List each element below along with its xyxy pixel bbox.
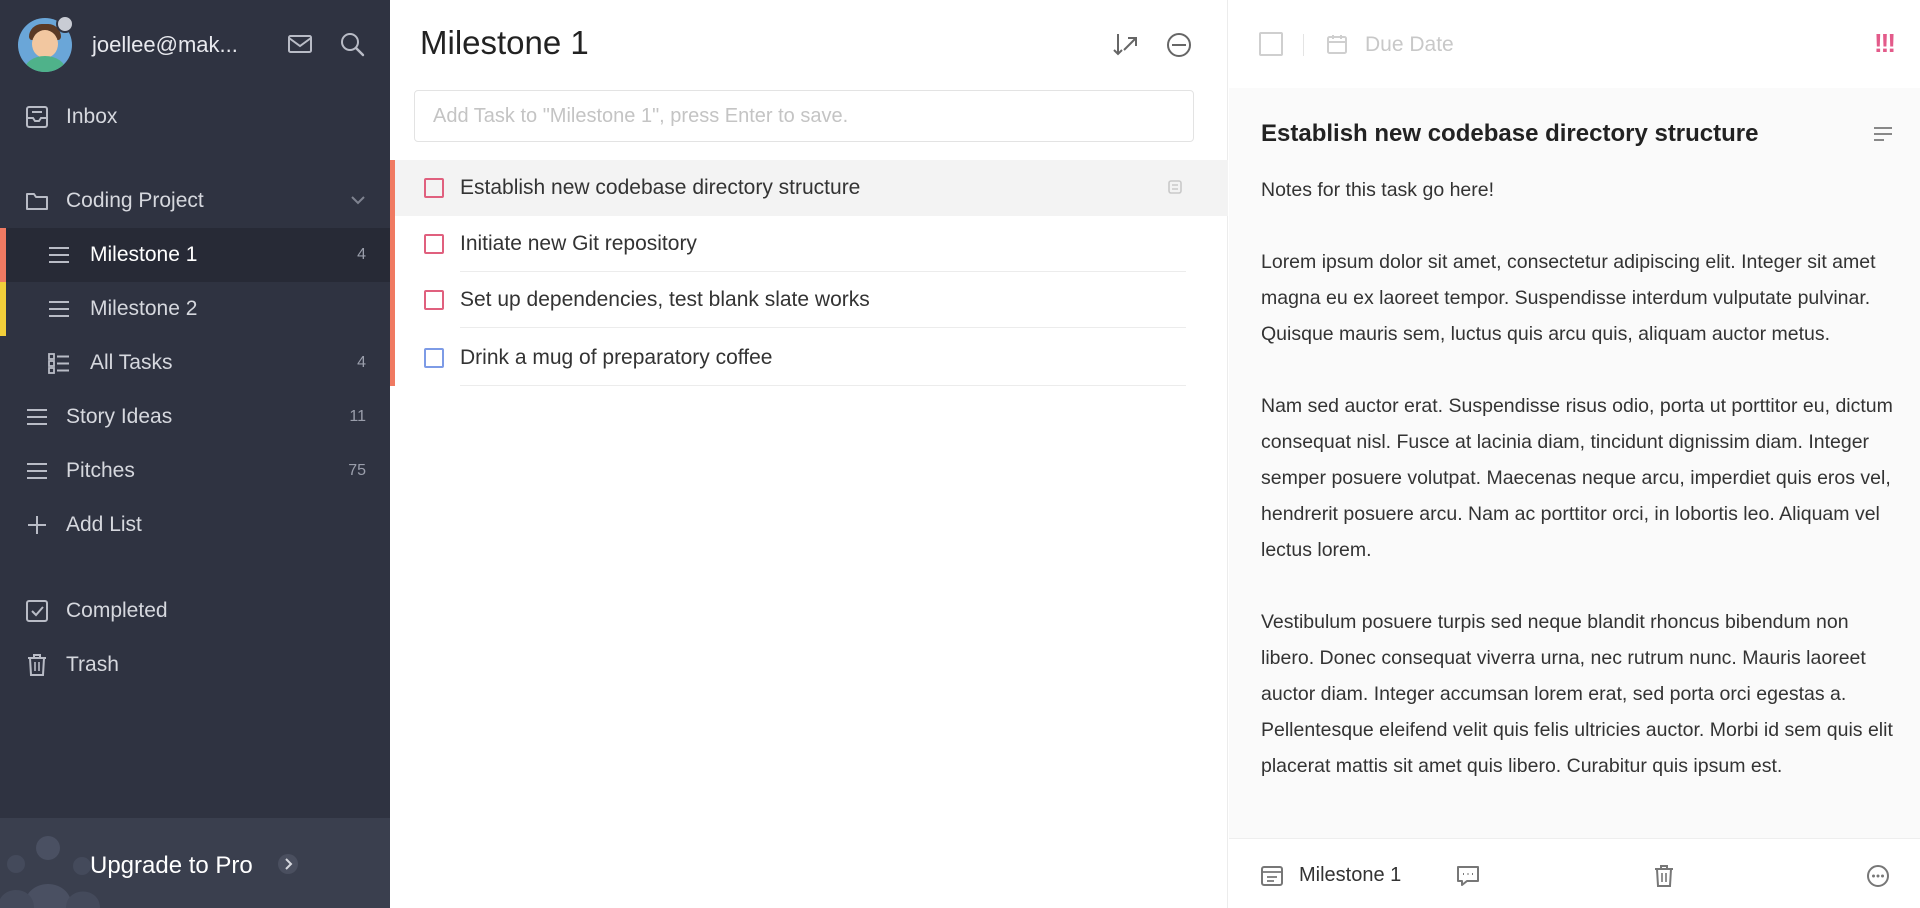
sidebar-item-add-list[interactable]: Add List (0, 498, 390, 552)
task-row[interactable]: Initiate new Git repository (390, 216, 1228, 274)
chevron-right-circle-icon (278, 854, 298, 874)
sort-icon[interactable] (1110, 30, 1140, 60)
task-title: Drink a mug of preparatory coffee (460, 346, 773, 369)
team-illustration-icon (0, 836, 100, 908)
item-count: 4 (357, 246, 366, 263)
sidebar-item-trash[interactable]: Trash (0, 638, 390, 692)
trash-icon (28, 654, 46, 676)
item-count: 4 (357, 354, 366, 371)
list-icon (49, 301, 69, 317)
task-row[interactable]: Drink a mug of preparatory coffee (390, 330, 1228, 386)
calendar-icon[interactable] (1325, 32, 1349, 56)
comment-icon[interactable] (1455, 863, 1481, 889)
mail-icon[interactable] (286, 30, 314, 58)
more-options-icon[interactable] (1865, 863, 1891, 889)
sidebar-item-label: Milestone 2 (90, 297, 198, 320)
drag-handle-icon[interactable] (1168, 180, 1182, 194)
task-row[interactable]: Establish new codebase directory structu… (390, 160, 1228, 218)
plus-icon (28, 516, 46, 534)
detail-toolbar: Due Date !!! (1229, 0, 1920, 88)
divider (460, 327, 1186, 328)
list-color-bar (390, 160, 395, 218)
profile-header: joellee@mak... (0, 0, 390, 92)
sidebar-item-label: Add List (66, 513, 142, 536)
avatar-badge-icon (56, 15, 74, 33)
divider (1303, 34, 1304, 56)
upgrade-label: Upgrade to Pro (90, 852, 253, 879)
username[interactable]: joellee@mak... (92, 32, 238, 58)
folder-icon (26, 193, 48, 210)
list-color-bar (390, 216, 395, 274)
notes-paragraph: Vestibulum posuere turpis sed neque blan… (1261, 611, 1893, 777)
list-icon (27, 463, 47, 479)
sidebar-item-pitches[interactable]: Pitches 75 (0, 444, 390, 498)
sidebar-item-label: Completed (66, 599, 168, 622)
task-row[interactable]: Set up dependencies, test blank slate wo… (390, 272, 1228, 330)
due-date-button[interactable]: Due Date (1365, 33, 1454, 57)
sidebar-item-label: All Tasks (90, 351, 173, 374)
list-color-bar (390, 272, 395, 330)
add-task-input[interactable] (414, 90, 1194, 142)
chevron-down-icon[interactable] (350, 194, 366, 206)
divider (460, 385, 1186, 386)
sidebar-item-label: Inbox (66, 105, 118, 128)
detail-complete-checkbox[interactable] (1259, 32, 1283, 56)
task-title: Establish new codebase directory structu… (460, 176, 861, 199)
sidebar-item-all-tasks[interactable]: All Tasks 4 (0, 336, 390, 390)
sidebar-item-label: Trash (66, 653, 119, 676)
sidebar-item-label: Coding Project (66, 189, 204, 212)
task-notes-editor[interactable]: Notes for this task go here! Lorem ipsum… (1261, 172, 1901, 834)
task-checkbox[interactable] (424, 234, 444, 254)
task-list-pane: Milestone 1 Establish new codebase direc… (390, 0, 1228, 908)
checkbox-icon (26, 600, 48, 622)
search-icon[interactable] (338, 30, 366, 58)
detail-footer: Milestone 1 (1229, 838, 1920, 908)
list-icon (49, 247, 69, 263)
sidebar-item-milestone-2[interactable]: Milestone 2 (0, 282, 390, 336)
item-count: 11 (349, 408, 366, 425)
task-detail-pane: Due Date !!! Establish new codebase dire… (1229, 0, 1920, 908)
notes-paragraph: Nam sed auctor erat. Suspendisse risus o… (1261, 395, 1893, 561)
notes-format-icon[interactable] (1872, 124, 1894, 144)
sidebar-item-label: Milestone 1 (90, 243, 198, 266)
task-title: Set up dependencies, test blank slate wo… (460, 288, 870, 311)
all-tasks-icon (48, 353, 69, 374)
sidebar-item-label: Story Ideas (66, 405, 173, 428)
list-color-accent (0, 228, 6, 282)
task-title: Initiate new Git repository (460, 232, 697, 255)
list-selector-icon[interactable] (1259, 863, 1285, 889)
notes-paragraph: Lorem ipsum dolor sit amet, consectetur … (1261, 251, 1876, 345)
sidebar-item-label: Pitches (66, 459, 135, 482)
sidebar-item-coding-project[interactable]: Coding Project (0, 174, 390, 228)
more-options-circle-icon[interactable] (1164, 30, 1194, 60)
task-checkbox[interactable] (424, 178, 444, 198)
item-count: 75 (348, 462, 366, 479)
trash-icon[interactable] (1651, 863, 1677, 889)
inbox-icon (26, 106, 48, 128)
priority-button[interactable]: !!! (1874, 28, 1896, 59)
sidebar-item-story-ideas[interactable]: Story Ideas 11 (0, 390, 390, 444)
task-detail-title[interactable]: Establish new codebase directory structu… (1261, 120, 1759, 148)
sidebar-item-completed[interactable]: Completed (0, 584, 390, 638)
notes-first-line: Notes for this task go here! (1261, 179, 1495, 201)
list-icon (27, 409, 47, 425)
list-color-accent (0, 282, 6, 336)
sidebar-item-milestone-1[interactable]: Milestone 1 4 (0, 228, 390, 282)
task-checkbox[interactable] (424, 290, 444, 310)
sidebar: joellee@mak... Inbox Coding Project Mile… (0, 0, 390, 908)
upgrade-to-pro-button[interactable]: Upgrade to Pro (0, 818, 390, 908)
sidebar-item-inbox[interactable]: Inbox (0, 90, 390, 144)
list-title: Milestone 1 (420, 24, 589, 61)
task-checkbox[interactable] (424, 348, 444, 368)
footer-list-name[interactable]: Milestone 1 (1299, 864, 1401, 887)
list-color-bar (390, 330, 395, 386)
